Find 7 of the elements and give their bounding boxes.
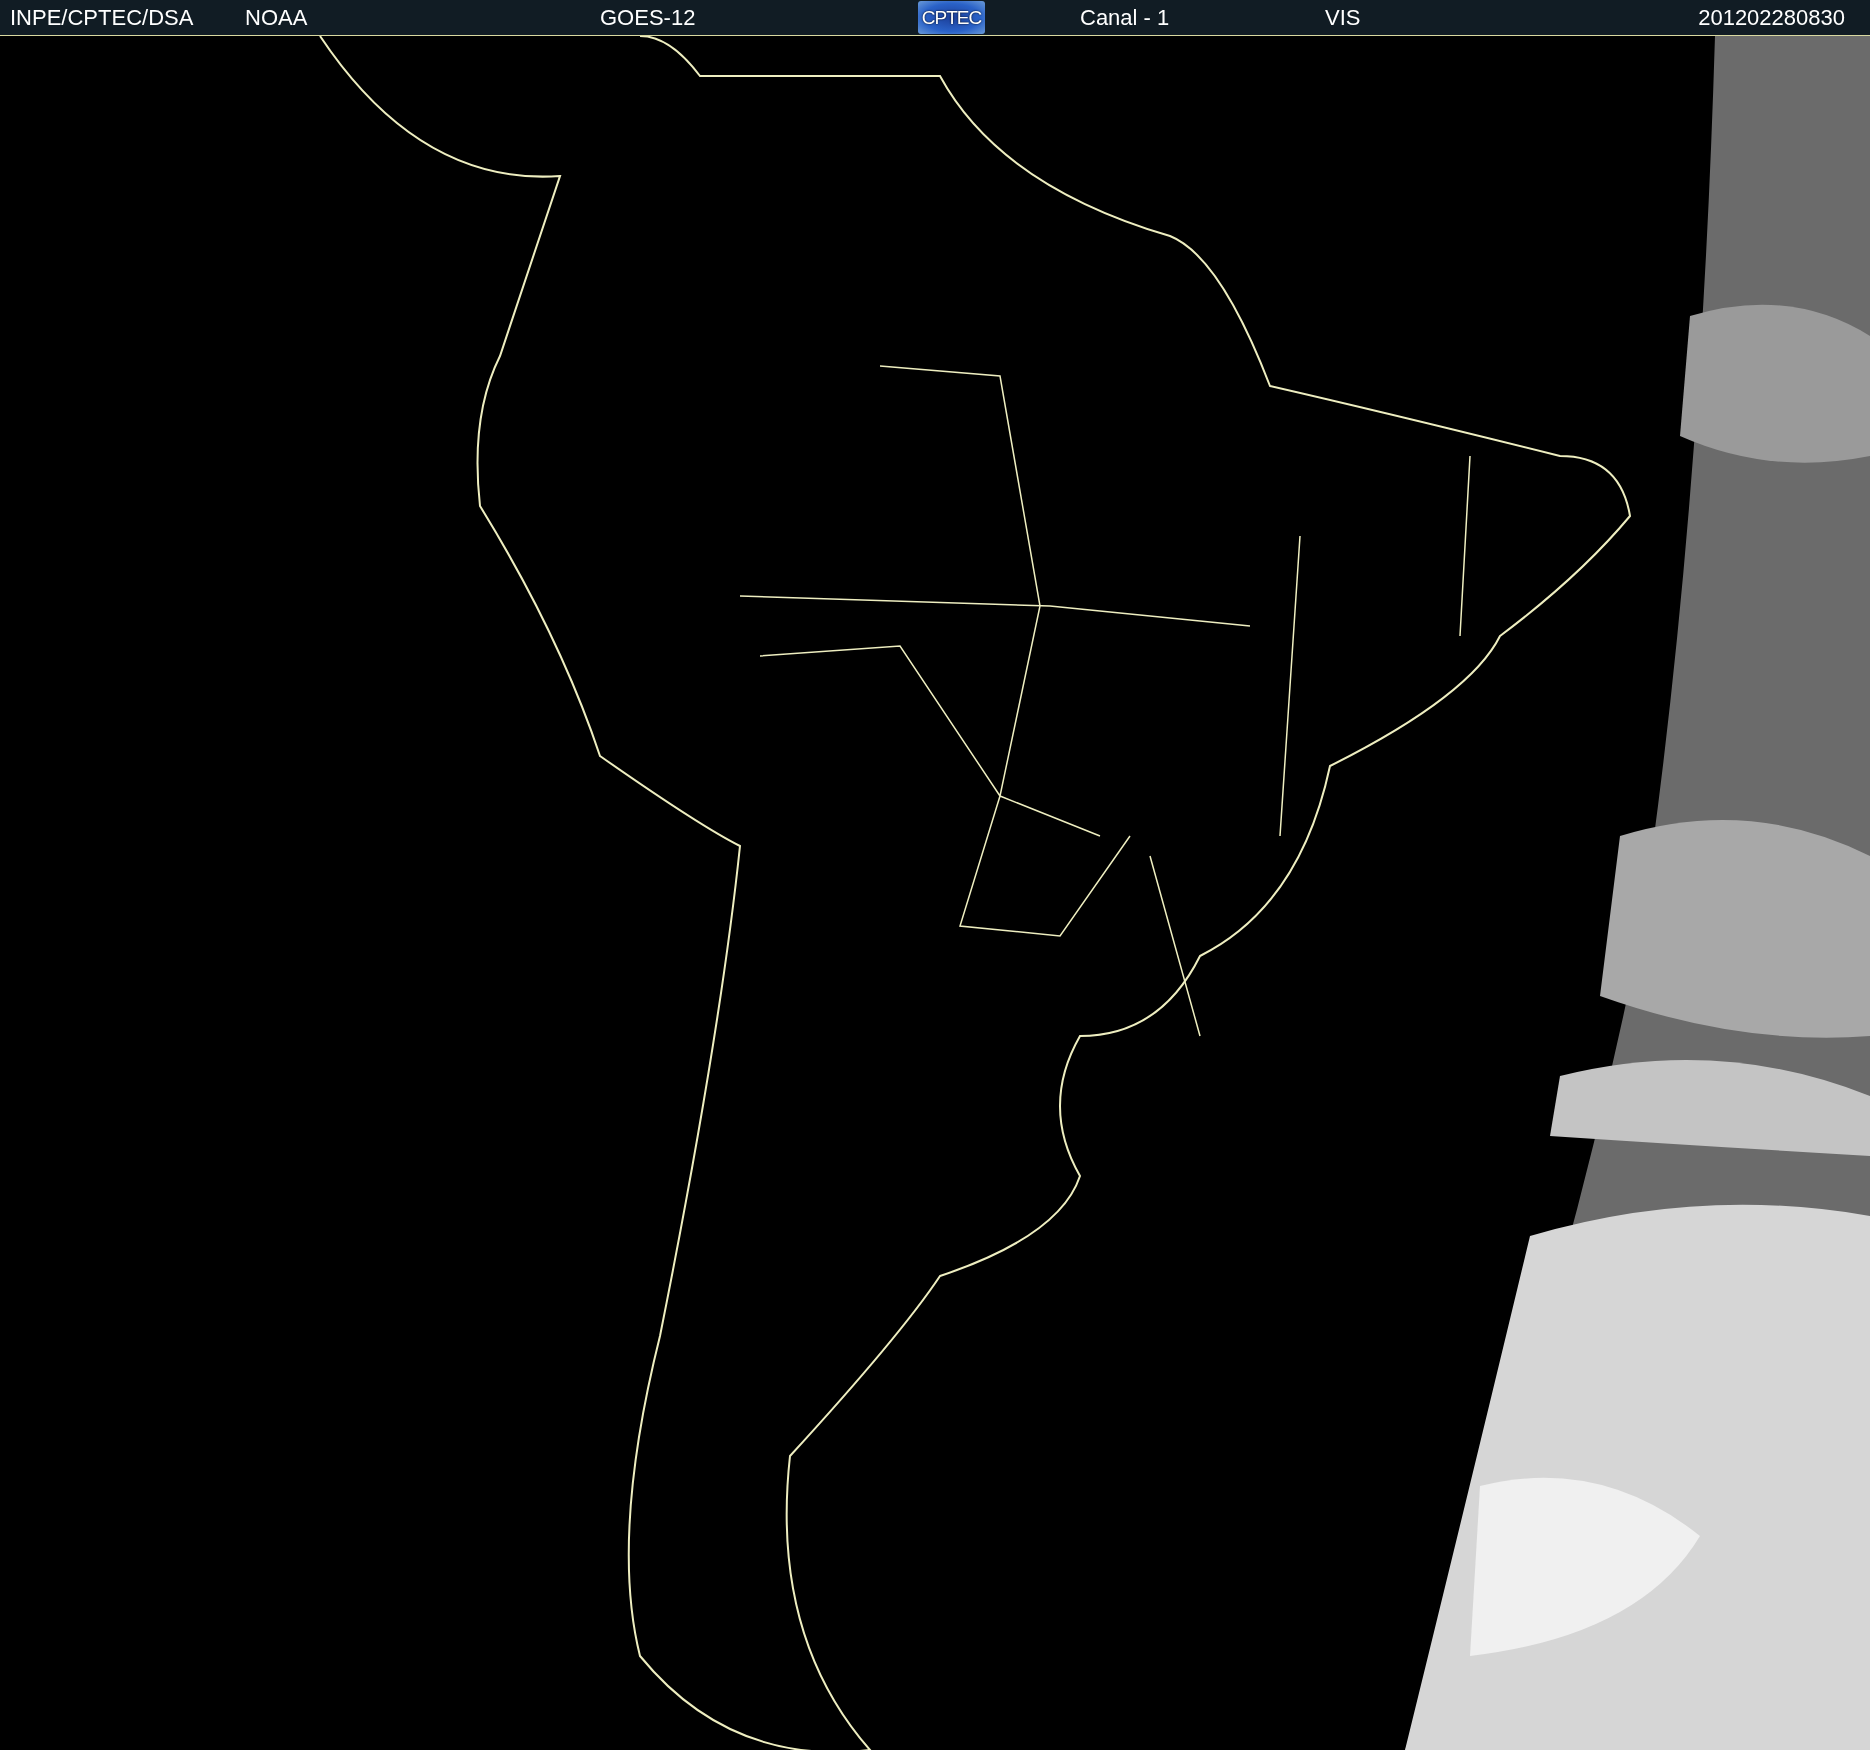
source-label: INPE/CPTEC/DSA xyxy=(10,4,195,31)
timestamp-label: 201202280830 xyxy=(1698,4,1845,31)
logo-badge: CPTEC xyxy=(918,1,985,34)
channel-label: Canal - 1 xyxy=(1080,4,1171,31)
agency-label: NOAA xyxy=(245,4,309,31)
band-label: VIS xyxy=(1325,4,1362,31)
satellite-label: GOES-12 xyxy=(600,4,697,31)
